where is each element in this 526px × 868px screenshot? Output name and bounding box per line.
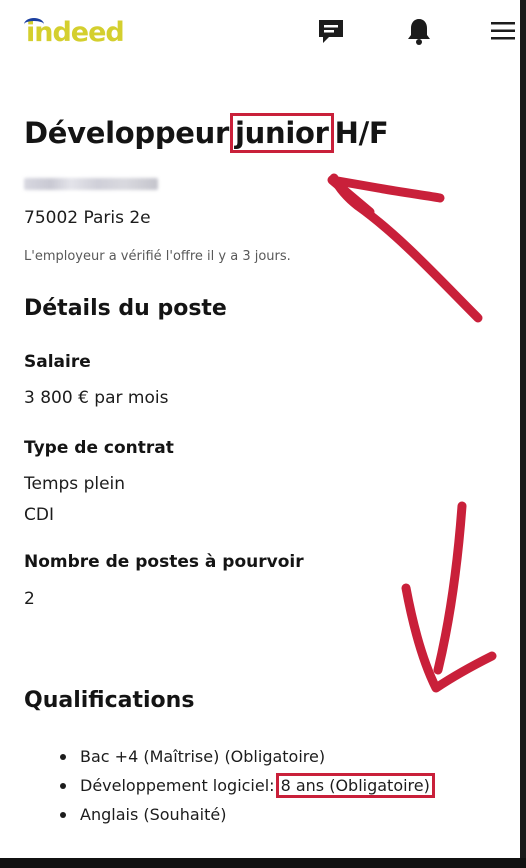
bottom-arrow-head bbox=[401, 583, 497, 693]
details-section-title: Détails du poste bbox=[24, 296, 227, 321]
qualifications-list: Bac +4 (Maîtrise) (Obligatoire) Développ… bbox=[60, 742, 436, 829]
salary-value: 3 800 € par mois bbox=[24, 388, 169, 408]
blurred-company-name bbox=[24, 178, 158, 190]
qualification-text: Anglais (Souhaité) bbox=[80, 805, 227, 824]
job-title-prefix: Développeur bbox=[24, 116, 230, 150]
menu-icon[interactable] bbox=[486, 14, 520, 48]
verified-notice: L'employeur a vérifié l'offre il y a 3 j… bbox=[24, 249, 291, 264]
app-header: indeed bbox=[0, 0, 520, 64]
top-arrow-head bbox=[327, 175, 445, 217]
qualification-text: Développement logiciel: bbox=[80, 776, 275, 795]
salary-label: Salaire bbox=[24, 352, 91, 372]
bottom-arrow-shaft bbox=[433, 501, 467, 675]
qualifications-section-title: Qualifications bbox=[24, 688, 195, 713]
bell-icon[interactable] bbox=[402, 14, 436, 48]
top-arrow-shaft bbox=[329, 173, 483, 323]
junior-highlight-box: junior bbox=[230, 113, 334, 153]
qualification-item: Développement logiciel: 8 ans (Obligatoir… bbox=[60, 771, 436, 800]
phone-frame-bottom bbox=[0, 858, 526, 868]
positions-value: 2 bbox=[24, 589, 35, 609]
contract-type-value: CDI bbox=[24, 505, 54, 525]
positions-label: Nombre de postes à pourvoir bbox=[24, 552, 304, 572]
message-icon[interactable] bbox=[314, 14, 348, 48]
qualification-text: Bac +4 (Maîtrise) (Obligatoire) bbox=[80, 747, 326, 766]
logo-arc bbox=[24, 18, 44, 31]
contract-type-value: Temps plein bbox=[24, 474, 126, 494]
experience-highlight-box: 8 ans (Obligatoire) bbox=[275, 773, 435, 798]
qualification-item: Anglais (Souhaité) bbox=[60, 800, 436, 829]
indeed-logo[interactable]: indeed bbox=[24, 12, 125, 52]
job-title-suffix: H/F bbox=[334, 116, 389, 150]
job-title: Développeur junior H/F bbox=[24, 113, 389, 153]
phone-frame-edge bbox=[520, 0, 526, 868]
qualification-item: Bac +4 (Maîtrise) (Obligatoire) bbox=[60, 742, 436, 771]
contract-type-label: Type de contrat bbox=[24, 438, 174, 458]
job-location: 75002 Paris 2e bbox=[24, 208, 151, 228]
